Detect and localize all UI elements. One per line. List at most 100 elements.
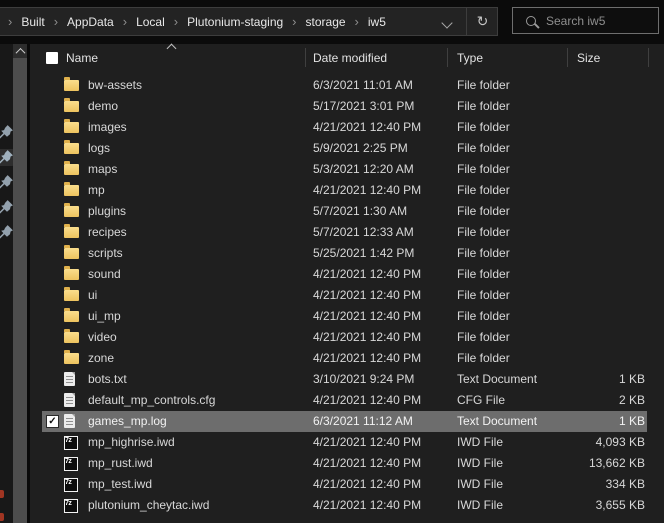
file-type: Text Document (457, 414, 537, 428)
folder-icon (64, 267, 79, 280)
nav-scrollbar[interactable] (13, 44, 27, 523)
file-name: bots.txt (88, 372, 127, 386)
table-row[interactable]: 7zmp_test.iwd4/21/2021 12:40 PMIWD File3… (30, 474, 664, 495)
file-type: File folder (457, 267, 510, 281)
file-date-modified: 4/21/2021 12:40 PM (313, 309, 421, 323)
breadcrumb-item[interactable]: Built (21, 15, 44, 29)
column-header-type[interactable]: Type (457, 51, 483, 65)
table-row[interactable]: ui_mp4/21/2021 12:40 PMFile folder (30, 306, 664, 327)
nav-item-icon-edge (0, 490, 4, 498)
file-type: File folder (457, 120, 510, 134)
file-date-modified: 6/3/2021 11:12 AM (313, 414, 413, 428)
table-row[interactable]: 7zmp_rust.iwd4/21/2021 12:40 PMIWD File1… (30, 453, 664, 474)
table-row[interactable]: mp4/21/2021 12:40 PMFile folder (30, 180, 664, 201)
row-checkbox[interactable]: ✓ (46, 415, 59, 428)
table-row[interactable]: 7zmp_highrise.iwd4/21/2021 12:40 PMIWD F… (30, 432, 664, 453)
breadcrumb-item[interactable]: Local (136, 15, 165, 29)
select-all-checkbox[interactable] (46, 52, 58, 64)
table-row[interactable]: ui4/21/2021 12:40 PMFile folder (30, 285, 664, 306)
pin-icon[interactable] (0, 199, 14, 216)
search-input[interactable]: Search iw5 (512, 7, 659, 34)
archive-7z-icon: 7z (64, 435, 78, 450)
file-type: IWD File (457, 435, 503, 449)
file-date-modified: 5/9/2021 2:25 PM (313, 141, 408, 155)
file-size: 2 KB (545, 393, 645, 407)
table-row[interactable]: plugins5/7/2021 1:30 AMFile folder (30, 201, 664, 222)
file-name: images (88, 120, 127, 134)
file-type: IWD File (457, 477, 503, 491)
breadcrumb-item[interactable]: AppData (67, 15, 114, 29)
column-header-size[interactable]: Size (577, 51, 600, 65)
file-date-modified: 4/21/2021 12:40 PM (313, 393, 421, 407)
sort-ascending-icon (167, 44, 177, 54)
file-name: games_mp.log (88, 414, 167, 428)
pin-icon[interactable] (0, 224, 14, 241)
file-date-modified: 5/25/2021 1:42 PM (313, 246, 414, 260)
file-date-modified: 4/21/2021 12:40 PM (313, 120, 421, 134)
file-name: plugins (88, 204, 126, 218)
file-type: File folder (457, 351, 510, 365)
pin-icon[interactable] (0, 124, 14, 141)
file-list-pane: Name Date modified Type Size bw-assets6/… (30, 44, 664, 523)
file-date-modified: 4/21/2021 12:40 PM (313, 183, 421, 197)
file-type: IWD File (457, 498, 503, 512)
scrollbar-up-arrow-icon[interactable] (13, 44, 27, 58)
address-dropdown-chevron-icon[interactable] (441, 17, 452, 28)
folder-icon (64, 309, 79, 322)
file-date-modified: 4/21/2021 12:40 PM (313, 288, 421, 302)
table-row[interactable]: ✓ games_mp.log 6/3/2021 11:12 AM Text Docum… (30, 411, 664, 432)
pin-icon[interactable] (0, 149, 14, 166)
explorer-window: ›Built›AppData›Local›Plutonium-staging›s… (0, 0, 664, 523)
scrollbar-thumb[interactable] (13, 58, 27, 523)
file-name: recipes (88, 225, 127, 239)
text-document-icon (64, 414, 75, 428)
archive-7z-icon: 7z (64, 498, 78, 513)
folder-icon (64, 204, 79, 217)
refresh-button[interactable]: ↻ (468, 8, 497, 35)
table-row[interactable]: maps5/3/2021 12:20 AMFile folder (30, 159, 664, 180)
file-date-modified: 5/17/2021 3:01 PM (313, 99, 414, 113)
file-name: demo (88, 99, 118, 113)
table-row[interactable]: video4/21/2021 12:40 PMFile folder (30, 327, 664, 348)
file-type: IWD File (457, 456, 503, 470)
table-row[interactable]: images 4/21/2021 12:40 PM File folder (30, 117, 664, 138)
table-row[interactable]: bw-assets6/3/2021 11:01 AMFile folder (30, 75, 664, 96)
column-header-name[interactable]: Name (66, 51, 98, 65)
folder-icon (64, 288, 79, 301)
file-type: File folder (457, 309, 510, 323)
file-size: 1 KB (545, 414, 645, 428)
file-type: CFG File (457, 393, 505, 407)
table-row[interactable]: bots.txt3/10/2021 9:24 PMText Document1 … (30, 369, 664, 390)
table-row[interactable]: 7zplutonium_cheytac.iwd4/21/2021 12:40 P… (30, 495, 664, 516)
file-date-modified: 5/7/2021 12:33 AM (313, 225, 414, 239)
breadcrumb-item[interactable]: iw5 (368, 15, 386, 29)
nav-item-icon-edge (0, 513, 4, 521)
file-date-modified: 4/21/2021 12:40 PM (313, 267, 421, 281)
text-document-icon (64, 372, 75, 386)
address-bar[interactable]: ›Built›AppData›Local›Plutonium-staging›s… (0, 7, 498, 36)
table-row[interactable]: zone4/21/2021 12:40 PMFile folder (30, 348, 664, 369)
pin-icon[interactable] (0, 174, 14, 191)
refresh-icon: ↻ (477, 13, 489, 30)
file-type: File folder (457, 99, 510, 113)
table-row[interactable]: default_mp_controls.cfg4/21/2021 12:40 P… (30, 390, 664, 411)
table-row[interactable]: logs5/9/2021 2:25 PMFile folder (30, 138, 664, 159)
folder-icon (64, 225, 79, 238)
column-header-date[interactable]: Date modified (313, 51, 387, 65)
file-date-modified: 4/21/2021 12:40 PM (313, 456, 421, 470)
table-row[interactable]: scripts5/25/2021 1:42 PMFile folder (30, 243, 664, 264)
file-type: File folder (457, 204, 510, 218)
table-row[interactable]: recipes5/7/2021 12:33 AMFile folder (30, 222, 664, 243)
file-type: File folder (457, 183, 510, 197)
file-size: 13,662 KB (545, 456, 645, 470)
breadcrumb-item[interactable]: storage (306, 15, 346, 29)
file-type: Text Document (457, 372, 537, 386)
column-divider[interactable] (648, 48, 649, 67)
table-row[interactable]: demo 5/17/2021 3:01 PM File folder (30, 96, 664, 117)
file-type: File folder (457, 78, 510, 92)
column-divider[interactable] (305, 48, 306, 67)
table-row[interactable]: sound4/21/2021 12:40 PMFile folder (30, 264, 664, 285)
column-divider[interactable] (447, 48, 448, 67)
column-divider[interactable] (567, 48, 568, 67)
breadcrumb-item[interactable]: Plutonium-staging (187, 15, 283, 29)
